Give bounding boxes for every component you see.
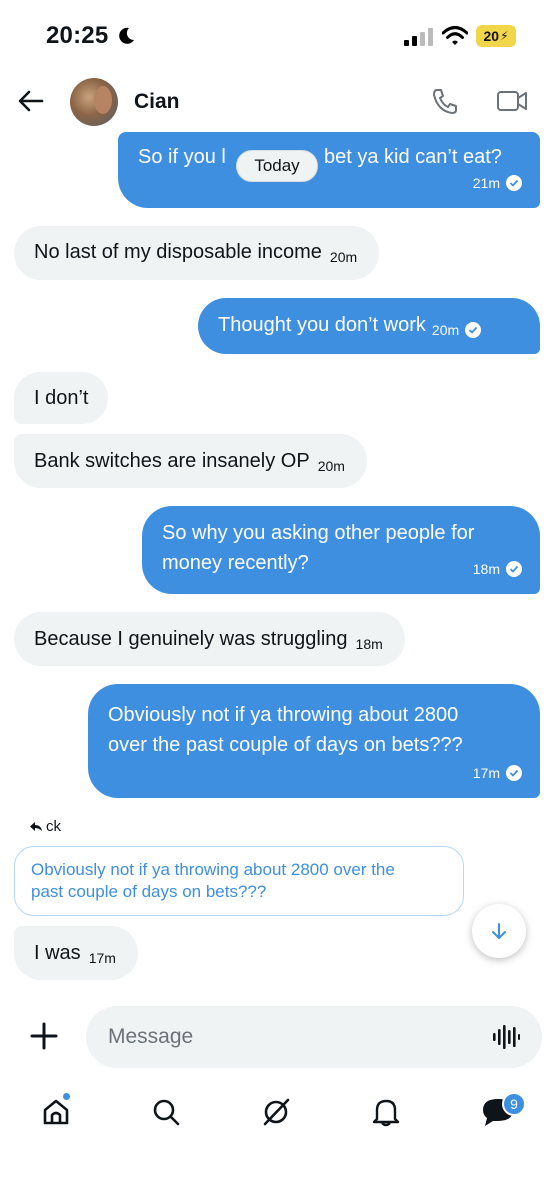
message-time: 18m bbox=[472, 561, 500, 577]
message-text: Bank switches are insanely OP bbox=[34, 450, 310, 472]
message-text: Because I genuinely was struggling bbox=[34, 628, 348, 650]
notification-dot bbox=[62, 1092, 71, 1101]
date-separator-label: Today bbox=[254, 156, 300, 175]
read-check-icon bbox=[465, 322, 482, 338]
charging-icon: ⚡ bbox=[500, 29, 509, 43]
message-bubble-outgoing[interactable]: So why you asking other people for money… bbox=[142, 506, 540, 594]
reply-arrow-icon bbox=[30, 821, 42, 831]
message-time: 20m bbox=[329, 249, 358, 265]
quoted-message-line: past couple of days on bets??? bbox=[31, 882, 267, 901]
quoted-message[interactable]: Obviously not if ya throwing about 2800 … bbox=[14, 846, 464, 916]
message-bubble-incoming[interactable]: No last of my disposable income 20m bbox=[14, 226, 380, 280]
arrow-down-icon bbox=[492, 923, 506, 939]
conversation-header: Cian bbox=[0, 72, 554, 132]
messages-badge-count: 9 bbox=[510, 1096, 518, 1112]
battery-indicator: 20 ⚡ bbox=[476, 25, 516, 47]
message-meta: 17m bbox=[473, 758, 522, 788]
message-bubble-outgoing[interactable]: So if you l bet ya kid can’t eat? 21m bbox=[118, 132, 540, 208]
message-time: 21m bbox=[472, 175, 500, 191]
message-time: 18m bbox=[355, 636, 383, 652]
wifi-icon bbox=[442, 26, 468, 45]
search-icon bbox=[153, 1099, 180, 1126]
messages-badge: 9 bbox=[502, 1092, 526, 1116]
message-bubble-outgoing[interactable]: Thought you don’t work 20m bbox=[198, 298, 540, 354]
nav-notifications[interactable] bbox=[366, 1092, 406, 1132]
read-check-icon bbox=[506, 765, 522, 781]
status-time: 20:25 bbox=[46, 22, 109, 49]
reply-context-label: ck bbox=[30, 818, 61, 835]
date-separator: Today bbox=[236, 150, 318, 182]
avatar[interactable] bbox=[70, 78, 118, 126]
video-call-icon[interactable] bbox=[496, 88, 528, 114]
home-indicator-area bbox=[0, 1166, 554, 1200]
message-bubble-incoming[interactable]: Because I genuinely was struggling 18m bbox=[14, 612, 405, 666]
message-time: 17m bbox=[472, 765, 500, 781]
read-check-icon bbox=[506, 175, 522, 191]
battery-level: 20 bbox=[483, 28, 500, 44]
message-text: No last of my disposable income bbox=[34, 241, 322, 263]
message-text: I was bbox=[34, 942, 81, 964]
message-bubble-incoming[interactable]: I was 17m bbox=[14, 926, 138, 980]
message-composer bbox=[86, 1006, 542, 1068]
scroll-to-bottom-button[interactable] bbox=[472, 904, 526, 958]
reply-context-text: ck bbox=[46, 818, 61, 835]
nav-search[interactable] bbox=[146, 1092, 186, 1132]
nav-grok[interactable] bbox=[256, 1092, 296, 1132]
message-time: 20m bbox=[317, 458, 345, 474]
message-text: Thought you don’t work bbox=[218, 314, 426, 336]
message-time: 17m bbox=[88, 950, 116, 966]
voice-message-icon[interactable] bbox=[492, 1024, 520, 1050]
grok-icon bbox=[263, 1098, 290, 1126]
back-arrow-icon[interactable] bbox=[16, 86, 46, 116]
message-meta: 21m bbox=[473, 168, 522, 198]
bell-icon bbox=[372, 1099, 400, 1127]
message-text-line: Obviously not if ya throwing about 2800 bbox=[108, 704, 459, 726]
status-bar: 20:25 20 ⚡ bbox=[0, 0, 554, 72]
add-attachment-button[interactable] bbox=[26, 1018, 62, 1054]
message-bubble-incoming[interactable]: Bank switches are insanely OP 20m bbox=[14, 434, 367, 488]
contact-name[interactable]: Cian bbox=[134, 90, 180, 114]
message-time: 20m bbox=[431, 322, 460, 338]
message-meta: 18m bbox=[473, 554, 522, 584]
phone-call-icon[interactable] bbox=[430, 86, 460, 116]
signal-icon bbox=[404, 28, 433, 46]
message-meta: 20m bbox=[431, 315, 482, 345]
read-check-icon bbox=[506, 561, 522, 577]
moon-icon bbox=[119, 27, 134, 44]
message-bubble-incoming[interactable]: I don’t bbox=[14, 372, 109, 424]
message-text-line: So why you asking other people for bbox=[162, 522, 475, 544]
message-text: I don’t bbox=[34, 387, 89, 409]
message-bubble-outgoing[interactable]: Obviously not if ya throwing about 2800 … bbox=[88, 684, 540, 798]
message-text-line: over the past couple of days on bets??? bbox=[108, 734, 463, 756]
message-text: So if you l bbox=[138, 146, 226, 168]
message-input[interactable] bbox=[108, 1006, 468, 1068]
quoted-message-line: Obviously not if ya throwing about 2800 … bbox=[31, 860, 395, 879]
